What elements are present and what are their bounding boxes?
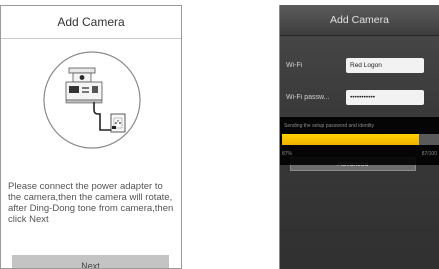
add-camera-screen-light: Add Camera Please connect the power adap… <box>0 5 182 269</box>
power-outlet-icon <box>110 113 126 133</box>
add-camera-screen-dark: Add Camera Wi-Fi Wi-Fi passw... Advanced… <box>279 5 439 269</box>
page-title: Add Camera <box>330 14 389 26</box>
next-button[interactable]: Next <box>12 255 169 268</box>
progress-bar-fill <box>282 134 420 145</box>
wifi-password-label: Wi-Fi passw... <box>286 94 330 101</box>
wifi-row: Wi-Fi <box>286 58 424 73</box>
title-bar: Add Camera <box>1 6 181 39</box>
wifi-password-input[interactable] <box>346 90 424 105</box>
progress-dialog: Sending the setup password and identity … <box>280 117 439 165</box>
title-bar: Add Camera <box>280 5 439 36</box>
setup-instructions: Please connect the power adapter to the … <box>8 181 174 225</box>
camera-power-illustration <box>43 51 141 149</box>
wifi-name-input[interactable] <box>346 58 424 73</box>
progress-message: Sending the setup password and identity <box>284 123 375 129</box>
page-title: Add Camera <box>57 15 125 29</box>
progress-count: 87/100 <box>421 151 437 157</box>
wifi-password-row: Wi-Fi passw... <box>286 90 424 105</box>
progress-percent: 87% <box>282 151 293 157</box>
wifi-label: Wi-Fi <box>286 62 303 69</box>
progress-bar <box>282 134 439 145</box>
